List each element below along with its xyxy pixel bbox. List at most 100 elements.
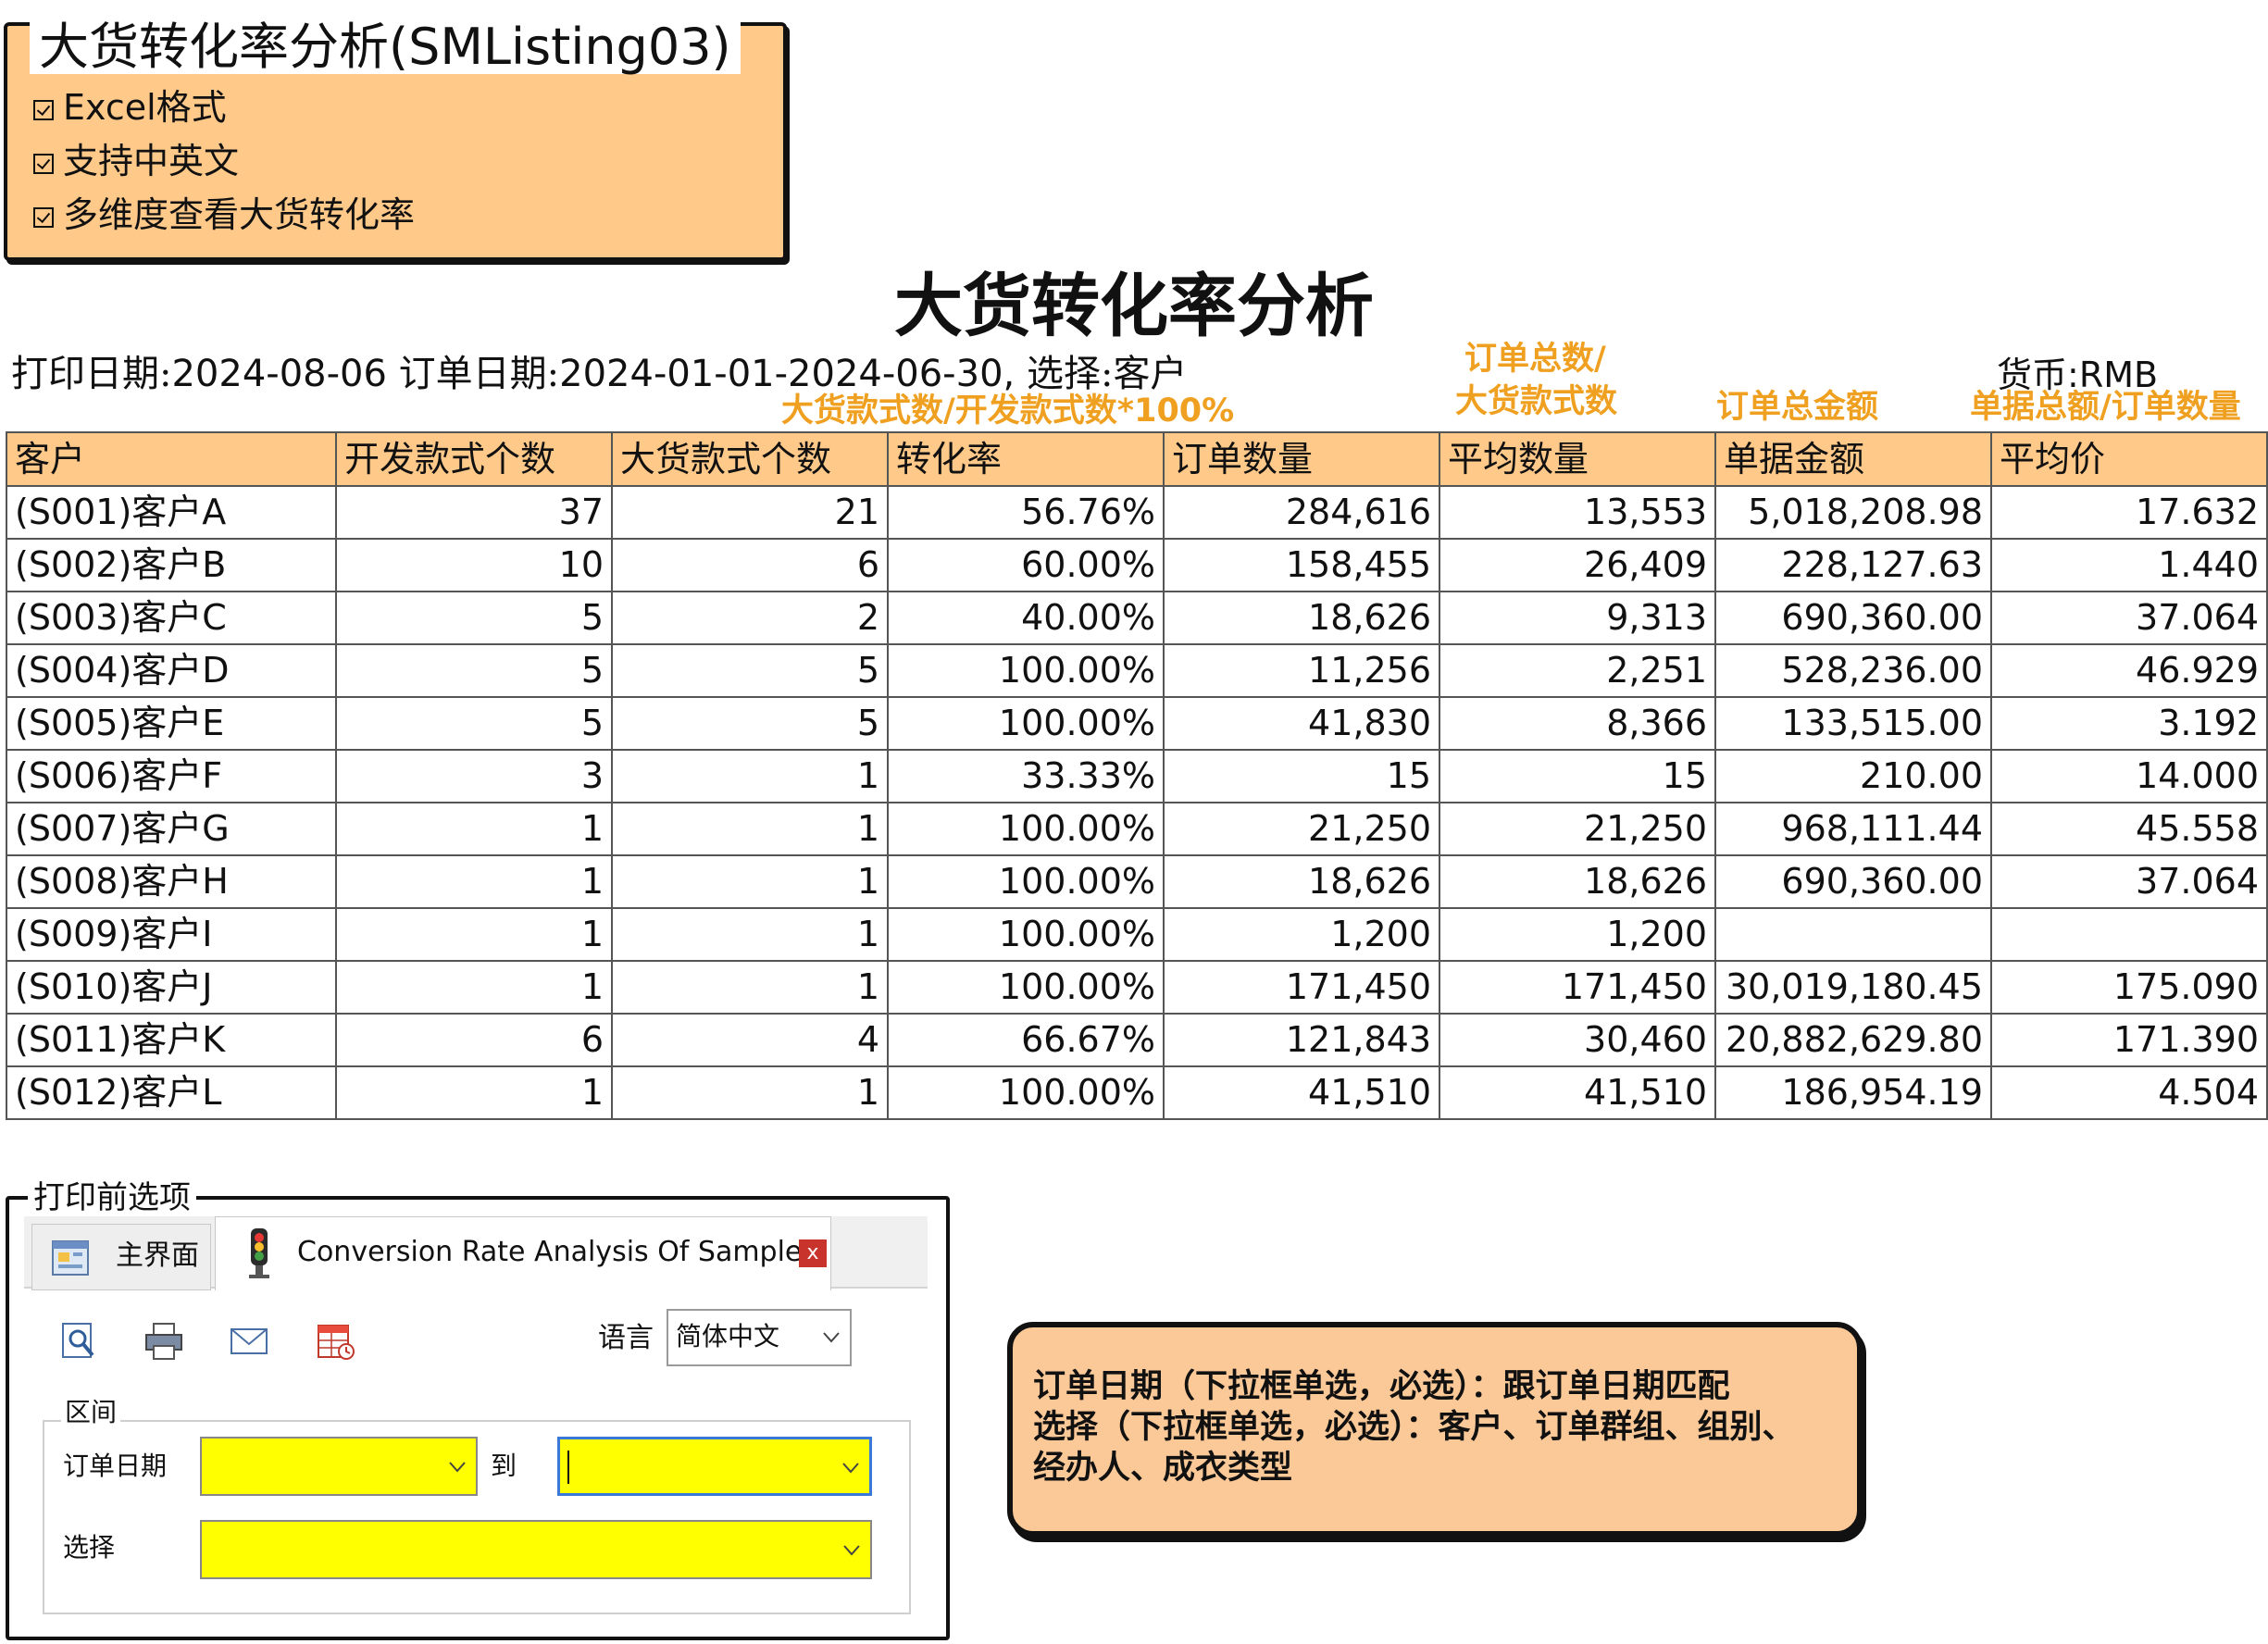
value-cell: 5 [335,591,613,645]
order-date-range: 2024-01-01-2024-06-30, [559,353,1016,395]
order-date-from-select[interactable] [200,1437,478,1496]
avg-qty-formula-note-line1: 订单总数/ [1464,341,1606,378]
table-row: (S006)客户F 3 1 33.33% 15 15 210.00 14.000 [6,749,2268,803]
chevron-down-icon [449,1462,466,1473]
feature-item-label: 多维度查看大货转化率 [63,194,416,235]
customer-cell: (S008)客户H [6,854,337,909]
print-icon[interactable] [143,1320,185,1363]
feature-item: 支持中英文 [33,141,239,181]
print-options-panel: 打印前选项 主界面 Conversion Rate Analysis Of Sa… [6,1179,950,1640]
value-cell: 17.632 [1990,485,2268,540]
value-cell: 40.00% [887,591,1165,645]
select-field-label: 选择 [63,1532,116,1563]
value-cell: 121,843 [1163,1013,1440,1067]
column-header: 平均数量 [1439,431,1716,487]
value-cell: 171,450 [1163,960,1440,1015]
range-label: 区间 [61,1394,121,1431]
table-row: (S002)客户B 10 6 60.00% 158,455 26,409 228,127.6… [6,538,2268,592]
avg-price-formula-note: 单据总额/订单数量 [1970,389,2241,426]
order-date-label: 订单日期 [63,1451,168,1481]
customer-cell: (S009)客户I [6,907,337,962]
feature-item-label: 支持中英文 [63,141,240,181]
checkbox-icon [33,154,54,174]
table-row: (S004)客户D 5 5 100.00% 11,256 2,251 528,236.00 4… [6,643,2268,698]
value-cell: 100.00% [887,854,1165,909]
value-cell [1714,907,1992,962]
table-row: (S005)客户E 5 5 100.00% 41,830 8,366 133,515.00 3… [6,696,2268,751]
checkbox-icon [33,100,54,120]
value-cell: 2 [611,591,889,645]
column-header: 平均价 [1990,431,2268,487]
checkbox-icon [33,207,54,228]
select-label: 选择: [1026,353,1114,395]
value-cell: 158,455 [1163,538,1440,592]
text-cursor [567,1451,569,1484]
value-cell: 5 [611,696,889,751]
explanation-note-box: 订单日期（下拉框单选，必选）：跟订单日期匹配 选择（下拉框单选，必选）：客户、订… [1007,1322,1863,1537]
table-header-row: 客户 开发款式个数 大货款式个数 转化率 订单数量 平均数量 单据金额 平均价 [6,431,2268,487]
note-line: 经办人、成衣类型 [1033,1450,1293,1487]
tab-main[interactable]: 主界面 [31,1224,211,1290]
value-cell: 1 [335,802,613,856]
value-cell: 37 [335,485,613,540]
value-cell: 14.000 [1990,749,2268,803]
preview-icon[interactable] [57,1320,100,1363]
select-dimension-select[interactable] [200,1520,872,1579]
column-header: 客户 [6,431,337,487]
customer-cell: (S004)客户D [6,643,337,698]
value-cell: 30,460 [1439,1013,1716,1067]
value-cell: 1 [335,907,613,962]
value-cell: 100.00% [887,696,1165,751]
value-cell: 1 [335,960,613,1015]
value-cell: 18,626 [1439,854,1716,909]
customer-cell: (S002)客户B [6,538,337,592]
report-title: 大货转化率分析 [894,267,1374,346]
value-cell: 56.76% [887,485,1165,540]
language-select[interactable]: 简体中文 [667,1309,852,1366]
value-cell: 15 [1163,749,1440,803]
value-cell: 100.00% [887,643,1165,698]
chevron-down-icon [842,1463,859,1474]
value-cell: 186,954.19 [1714,1065,1992,1120]
value-cell: 100.00% [887,802,1165,856]
value-cell: 968,111.44 [1714,802,1992,856]
value-cell: 41,830 [1163,696,1440,751]
tab-close-button[interactable]: x [799,1239,827,1267]
value-cell: 171,450 [1439,960,1716,1015]
home-icon [52,1240,89,1276]
value-cell: 3 [335,749,613,803]
value-cell: 171.390 [1990,1013,2268,1067]
tab-bar: 主界面 Conversion Rate Analysis Of Sample x [24,1216,928,1290]
value-cell: 1 [611,960,889,1015]
value-cell: 4 [611,1013,889,1067]
value-cell: 41,510 [1163,1065,1440,1120]
to-label: 到 [491,1451,517,1481]
table-row: (S007)客户G 1 1 100.00% 21,250 21,250 968,111.44… [6,802,2268,856]
value-cell: 46.929 [1990,643,2268,698]
email-icon[interactable] [228,1320,270,1363]
value-cell: 1 [611,749,889,803]
value-cell: 528,236.00 [1714,643,1992,698]
value-cell: 15 [1439,749,1716,803]
value-cell: 1,200 [1439,907,1716,962]
value-cell: 1 [611,907,889,962]
tab-active-label: Conversion Rate Analysis Of Sample [297,1236,803,1268]
value-cell: 3.192 [1990,696,2268,751]
print-panel-title: 打印前选项 [28,1179,196,1216]
value-cell: 690,360.00 [1714,854,1992,909]
value-cell: 1.440 [1990,538,2268,592]
customer-cell: (S007)客户G [6,802,337,856]
value-cell: 5 [611,643,889,698]
value-cell: 284,616 [1163,485,1440,540]
value-cell: 21,250 [1163,802,1440,856]
export-excel-icon[interactable] [315,1320,357,1363]
select-value: 客户 [1113,353,1188,395]
order-date-to-select[interactable] [557,1437,872,1496]
language-label: 语言 [598,1322,654,1354]
report-header-info: 打印日期:2024-08-06 订单日期:2024-01-01-2024-06-… [11,350,1187,398]
column-header: 大货款式个数 [611,431,889,487]
tab-conversion-rate[interactable]: Conversion Rate Analysis Of Sample x [215,1216,831,1290]
value-cell: 8,366 [1439,696,1716,751]
value-cell: 41,510 [1439,1065,1716,1120]
value-cell: 5 [335,696,613,751]
